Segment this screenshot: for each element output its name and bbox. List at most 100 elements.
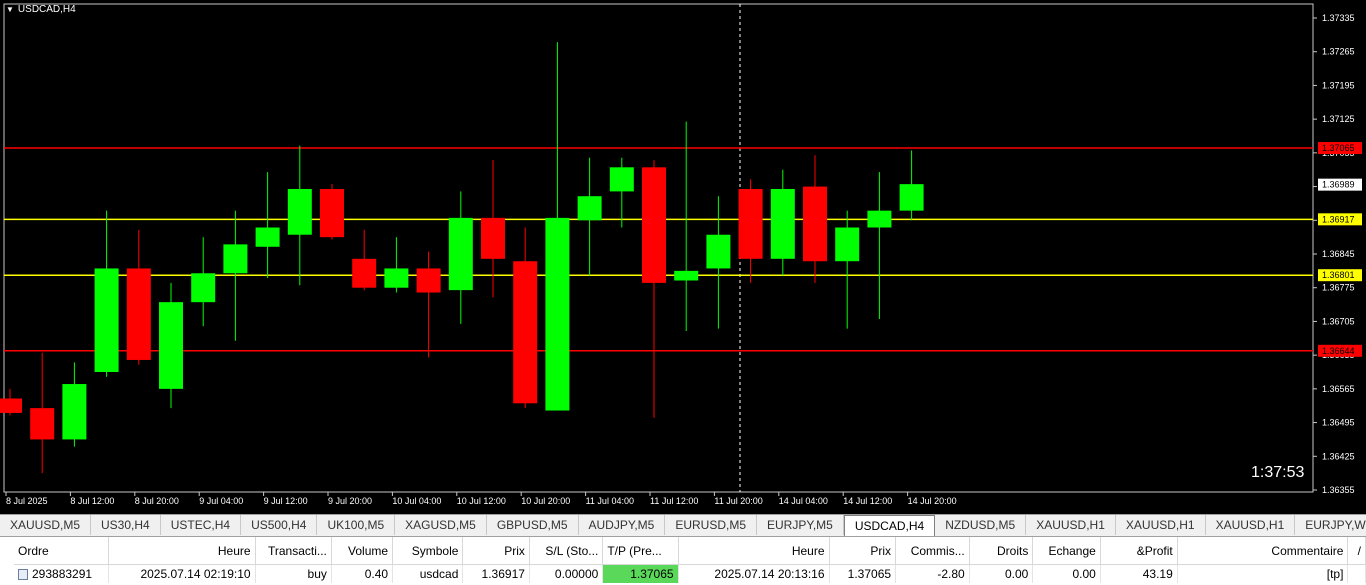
table-header-row: Ordre Heure Transacti... Volume Symbole Prix S… bbox=[14, 537, 1366, 565]
column-header[interactable]: Heure bbox=[108, 537, 256, 565]
candle-body bbox=[577, 196, 602, 221]
y-tick-label: 1.36775 bbox=[1322, 283, 1355, 293]
column-header[interactable]: Prix bbox=[829, 537, 897, 565]
column-header[interactable]: Ordre bbox=[14, 537, 110, 565]
dropdown-triangle-icon[interactable]: ▼ bbox=[6, 5, 14, 14]
column-header[interactable]: Transacti... bbox=[255, 537, 332, 565]
column-header[interactable]: &Profit bbox=[1100, 537, 1178, 565]
x-tick-label: 11 Jul 12:00 bbox=[650, 496, 698, 506]
tab-uk100-m5[interactable]: UK100,M5 bbox=[317, 515, 396, 535]
tab-usdcad-h4[interactable]: USDCAD,H4 bbox=[843, 515, 936, 537]
candle-countdown-timer: 1:37:53 bbox=[1251, 464, 1305, 481]
column-header[interactable]: Volume bbox=[331, 537, 394, 565]
column-header[interactable]: Prix bbox=[462, 537, 530, 565]
y-tick-label: 1.36495 bbox=[1322, 418, 1355, 428]
candle-body bbox=[803, 186, 827, 262]
tab-eurjpy-m5[interactable]: EURJPY,M5 bbox=[757, 515, 844, 535]
price-level-label: 1.36801 bbox=[1322, 270, 1355, 280]
candle-body bbox=[770, 188, 795, 259]
column-header[interactable]: T/P (Pre... bbox=[602, 537, 679, 565]
y-tick-label: 1.36355 bbox=[1322, 485, 1355, 495]
column-header[interactable]: Commis... bbox=[895, 537, 970, 565]
table-cell: buy bbox=[255, 564, 332, 583]
candle-body bbox=[545, 217, 570, 411]
table-cell: 43.19 bbox=[1100, 564, 1178, 583]
tab-xauusd-m5[interactable]: XAUUSD,M5 bbox=[0, 515, 92, 535]
x-tick-label: 8 Jul 12:00 bbox=[70, 496, 114, 506]
tab-ustec-h4[interactable]: USTEC,H4 bbox=[161, 515, 242, 535]
column-header[interactable]: Commentaire bbox=[1177, 537, 1349, 565]
column-header[interactable]: Heure bbox=[678, 537, 830, 565]
candle-body bbox=[94, 268, 119, 372]
candle-body bbox=[223, 244, 248, 274]
candle-body bbox=[191, 273, 216, 303]
column-header[interactable]: / bbox=[1347, 537, 1366, 565]
x-tick-label: 14 Jul 04:00 bbox=[779, 496, 828, 506]
tab-gbpusd-m5[interactable]: GBPUSD,M5 bbox=[487, 515, 579, 535]
x-tick-label: 14 Jul 12:00 bbox=[843, 496, 892, 506]
y-tick-label: 1.37195 bbox=[1322, 80, 1355, 90]
tab-eurjpy-weekly[interactable]: EURJPY,Weekly bbox=[1295, 515, 1366, 535]
candle-body bbox=[384, 268, 409, 288]
table-cell: 2025.07.14 02:19:10 bbox=[108, 564, 256, 583]
candle-body bbox=[706, 234, 731, 269]
candle-body bbox=[352, 258, 377, 288]
tab-xauusd-h1[interactable]: XAUUSD,H1 bbox=[1116, 515, 1206, 535]
tab-audjpy-m5[interactable]: AUDJPY,M5 bbox=[579, 515, 666, 535]
table-cell: 1.37065 bbox=[829, 564, 897, 583]
table-row[interactable]: 293883291 2025.07.14 02:19:10 buy 0.40 usdca… bbox=[14, 564, 1366, 583]
x-tick-label: 11 Jul 20:00 bbox=[714, 496, 762, 506]
x-tick-label: 9 Jul 20:00 bbox=[328, 496, 372, 506]
candle-body bbox=[867, 210, 892, 228]
table-cell: [tp] bbox=[1177, 564, 1349, 583]
candle-body bbox=[320, 188, 344, 238]
x-tick-label: 10 Jul 04:00 bbox=[392, 496, 441, 506]
price-level-label: 1.37065 bbox=[1322, 143, 1355, 153]
candle-body bbox=[30, 408, 55, 440]
tab-eurusd-m5[interactable]: EURUSD,M5 bbox=[665, 515, 758, 535]
price-chart[interactable]: 1.373351.372651.371951.371251.370551.369… bbox=[0, 0, 1366, 514]
chart-canvas[interactable]: 1.373351.372651.371951.371251.370551.369… bbox=[0, 0, 1366, 514]
y-tick-label: 1.37125 bbox=[1322, 114, 1355, 124]
candle-body bbox=[159, 302, 183, 389]
column-header[interactable]: Droits bbox=[969, 537, 1034, 565]
table-cell: 293883291 bbox=[14, 564, 110, 583]
candle-body bbox=[416, 268, 441, 293]
column-header[interactable]: Echange bbox=[1032, 537, 1101, 565]
candle-body bbox=[62, 384, 87, 440]
chart-title: ▼ USDCAD,H4 bbox=[6, 4, 76, 15]
candle-body bbox=[126, 268, 151, 360]
x-tick-label: 9 Jul 04:00 bbox=[199, 496, 243, 506]
table-cell: 0.00000 bbox=[529, 564, 604, 583]
candle-body bbox=[0, 398, 22, 413]
history-table: Ordre Heure Transacti... Volume Symbole Prix S… bbox=[14, 537, 1366, 583]
tab-us30-h4[interactable]: US30,H4 bbox=[91, 515, 161, 535]
table-cell: 0.40 bbox=[331, 564, 394, 583]
terminal-panel: Ordre Heure Transacti... Volume Symbole Prix S… bbox=[0, 536, 1366, 585]
price-level-label: 1.36917 bbox=[1322, 214, 1355, 224]
tab-us500-h4[interactable]: US500,H4 bbox=[241, 515, 318, 535]
price-level-label: 1.36644 bbox=[1322, 346, 1355, 356]
x-tick-label: 9 Jul 12:00 bbox=[264, 496, 308, 506]
candle-body bbox=[255, 227, 280, 247]
x-tick-label: 10 Jul 20:00 bbox=[521, 496, 570, 506]
candle-body bbox=[835, 227, 860, 262]
x-tick-label: 11 Jul 04:00 bbox=[586, 496, 634, 506]
table-cell: 2025.07.14 20:13:16 bbox=[678, 564, 830, 583]
document-icon bbox=[18, 569, 28, 581]
tab-xagusd-m5[interactable]: XAGUSD,M5 bbox=[395, 515, 487, 535]
candle-body bbox=[642, 167, 666, 283]
y-tick-label: 1.36565 bbox=[1322, 384, 1355, 394]
tab-xauusd-h1[interactable]: XAUUSD,H1 bbox=[1206, 515, 1296, 535]
y-tick-label: 1.37265 bbox=[1322, 47, 1355, 57]
y-tick-label: 1.36705 bbox=[1322, 316, 1355, 326]
table-cell: 0.00 bbox=[1032, 564, 1101, 583]
y-tick-label: 1.36845 bbox=[1322, 249, 1355, 259]
column-header[interactable]: S/L (Sto... bbox=[529, 537, 604, 565]
x-tick-label: 10 Jul 12:00 bbox=[457, 496, 506, 506]
chart-tabs-bar: XAUUSD,M5 US30,H4 USTEC,H4 US500,H4 UK100,M5… bbox=[0, 514, 1366, 537]
tab-nzdusd-m5[interactable]: NZDUSD,M5 bbox=[935, 515, 1027, 535]
column-header[interactable]: Symbole bbox=[392, 537, 464, 565]
table-cell: 0.00 bbox=[969, 564, 1034, 583]
tab-xauusd-h1[interactable]: XAUUSD,H1 bbox=[1026, 515, 1116, 535]
